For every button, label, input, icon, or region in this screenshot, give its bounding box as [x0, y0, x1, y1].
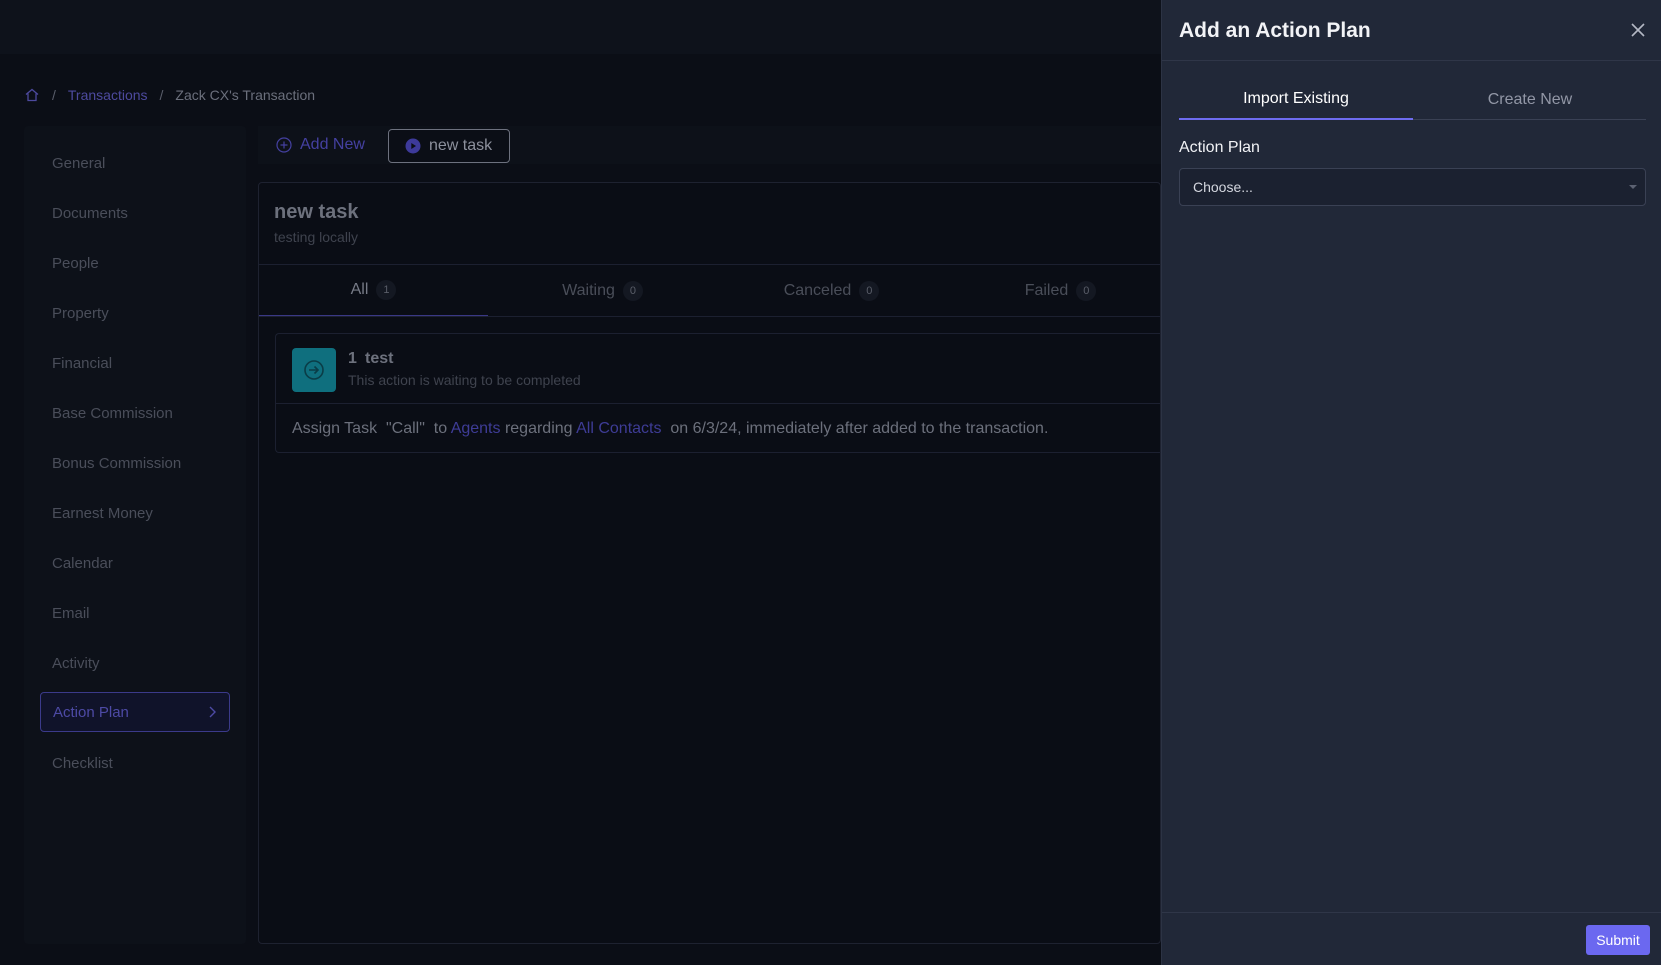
tab-label: Canceled — [783, 282, 852, 299]
sidebar-item-label: Calendar — [52, 554, 113, 572]
breadcrumb-separator: / — [52, 87, 56, 103]
action-description: Assign Task "Call" to Agents regarding A… — [292, 420, 1048, 438]
action-type-icon — [292, 348, 336, 392]
new-task-button[interactable]: new task — [388, 129, 510, 163]
sidebar-item-bonus-commission[interactable]: Bonus Commission — [40, 443, 230, 483]
sidebar-item-earnest-money[interactable]: Earnest Money — [40, 493, 230, 533]
sidebar: General Documents People Property Financ… — [24, 126, 246, 944]
drawer-title: Add an Action Plan — [1179, 19, 1371, 42]
tab-label: Waiting — [562, 282, 615, 299]
all-contacts-link[interactable]: All Contacts — [576, 420, 661, 437]
chevron-down-icon — [1629, 185, 1637, 189]
tab-create-new[interactable]: Create New — [1413, 80, 1647, 120]
action-desc-suffix: on 6/3/24, immediately after added to th… — [661, 420, 1049, 437]
plus-circle-icon — [276, 137, 292, 153]
home-icon[interactable] — [24, 87, 40, 103]
tab-canceled[interactable]: Canceled 0 — [717, 265, 946, 317]
sidebar-item-label: Bonus Commission — [52, 454, 182, 472]
sidebar-item-label: Base Commission — [52, 404, 173, 422]
sidebar-item-label: Action Plan — [53, 703, 129, 721]
tab-label: Failed — [1024, 282, 1069, 299]
sidebar-item-property[interactable]: Property — [40, 293, 230, 333]
sidebar-item-label: Email — [52, 604, 90, 622]
action-plan-field-label: Action Plan — [1179, 139, 1260, 156]
action-desc-regarding: regarding — [500, 420, 577, 437]
sidebar-item-label: Checklist — [52, 754, 113, 772]
action-number: 1 — [348, 350, 357, 367]
breadcrumb: / Transactions / Zack CX's Transaction — [24, 86, 315, 104]
task-title: new task — [274, 201, 359, 223]
play-circle-icon — [405, 138, 421, 154]
sidebar-item-documents[interactable]: Documents — [40, 193, 230, 233]
divider — [1162, 60, 1661, 61]
breadcrumb-transactions-link[interactable]: Transactions — [68, 87, 148, 103]
submit-button[interactable]: Submit — [1586, 925, 1650, 955]
sidebar-item-email[interactable]: Email — [40, 593, 230, 633]
tab-import-existing[interactable]: Import Existing — [1179, 80, 1413, 120]
add-new-label: Add New — [300, 136, 365, 153]
sidebar-item-label: Documents — [52, 204, 128, 222]
tab-label: All — [350, 281, 369, 298]
tab-count-badge: 1 — [376, 280, 397, 300]
sidebar-item-general[interactable]: General — [40, 143, 230, 183]
sidebar-item-action-plan[interactable]: Action Plan — [40, 692, 230, 732]
tab-count-badge: 0 — [622, 281, 643, 301]
tab-all[interactable]: All 1 — [259, 265, 488, 317]
sidebar-item-label: Activity — [52, 654, 100, 672]
action-name: test — [365, 350, 394, 367]
task-subtitle: testing locally — [274, 229, 359, 245]
sidebar-item-activity[interactable]: Activity — [40, 643, 230, 683]
divider — [276, 403, 1162, 404]
action-card: 1 test This action is waiting to be comp… — [275, 333, 1162, 453]
sidebar-item-label: General — [52, 154, 106, 172]
action-toolbar: Add New new task — [258, 126, 1161, 164]
agents-link[interactable]: Agents — [451, 420, 501, 437]
breadcrumb-current: Zack CX's Transaction — [175, 87, 316, 103]
sidebar-item-base-commission[interactable]: Base Commission — [40, 393, 230, 433]
sidebar-item-label: People — [52, 254, 99, 272]
sidebar-item-calendar[interactable]: Calendar — [40, 543, 230, 583]
action-desc-prefix: Assign Task "Call" to — [292, 420, 451, 437]
sidebar-item-financial[interactable]: Financial — [40, 343, 230, 383]
sidebar-item-people[interactable]: People — [40, 243, 230, 283]
sidebar-item-label: Property — [52, 304, 109, 322]
tab-failed[interactable]: Failed 0 — [946, 265, 1175, 317]
action-plan-panel: new task testing locally All 1 Waiting 0… — [258, 182, 1162, 944]
action-status: This action is waiting to be completed — [348, 372, 581, 388]
breadcrumb-separator: / — [159, 87, 164, 103]
tab-count-badge: 0 — [1076, 281, 1097, 301]
add-action-plan-drawer: Add an Action Plan Import Existing Creat… — [1161, 0, 1661, 965]
select-placeholder: Choose... — [1193, 179, 1253, 195]
status-tabs: All 1 Waiting 0 Canceled 0 Failed 0 — [259, 265, 1160, 317]
sidebar-item-label: Earnest Money — [52, 504, 153, 522]
sidebar-item-label: Financial — [52, 354, 113, 372]
arrow-circle-right-icon — [304, 360, 324, 380]
tab-count-badge: 0 — [859, 281, 880, 301]
divider — [259, 316, 1160, 317]
action-plan-select[interactable]: Choose... — [1179, 168, 1646, 206]
close-icon[interactable] — [1630, 22, 1646, 38]
drawer-tabs: Import Existing Create New — [1179, 80, 1646, 120]
add-new-button[interactable]: Add New — [276, 134, 365, 156]
chevron-right-icon — [209, 706, 216, 718]
new-task-label: new task — [429, 137, 493, 154]
tab-waiting[interactable]: Waiting 0 — [488, 265, 717, 317]
divider — [1162, 912, 1661, 913]
sidebar-item-checklist[interactable]: Checklist — [40, 743, 230, 783]
